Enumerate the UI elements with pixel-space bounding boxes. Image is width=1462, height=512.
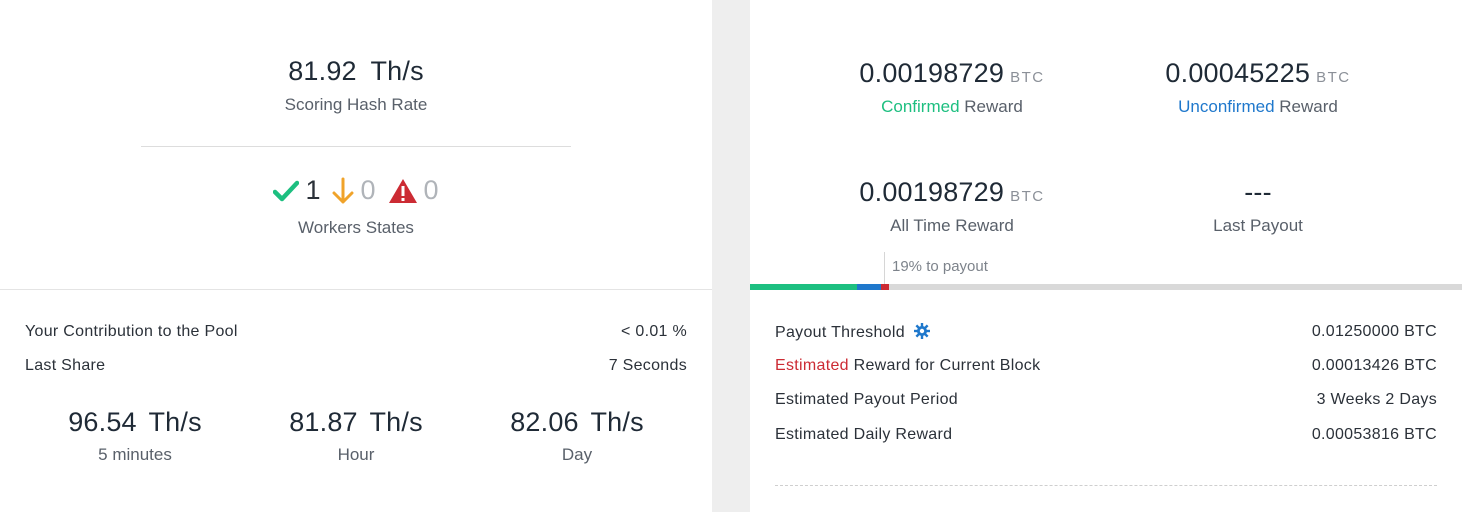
section-divider <box>0 289 712 290</box>
workers-ok-count: 1 <box>305 175 321 205</box>
estimated-block-value: 0.00013426 BTC <box>1311 357 1437 374</box>
rate-unit: Th/s <box>590 407 644 437</box>
contribution-value: < 0.01 % <box>620 323 687 340</box>
confirmed-reward-value: 0.00198729 <box>859 58 1005 88</box>
contribution-row: Your Contribution to the Pool < 0.01 % <box>25 323 687 341</box>
scoring-hash-rate: 81.92 Th/s Scoring Hash Rate <box>0 56 712 115</box>
rate-value: 96.54 <box>68 407 137 437</box>
confirmed-label-accent: Confirmed <box>881 97 960 116</box>
unconfirmed-reward: 0.00045225 BTC Unconfirmed Reward <box>1078 58 1438 117</box>
estimated-payout-period-row: Estimated Payout Period 3 Weeks 2 Days <box>775 391 1437 409</box>
rate-label: Day <box>561 445 593 464</box>
workers-low-count: 0 <box>360 175 376 205</box>
workers-dead[interactable]: 0 <box>388 175 439 206</box>
last-share-row: Last Share 7 Seconds <box>25 357 687 375</box>
scoring-hash-unit: Th/s <box>370 56 424 86</box>
payout-progress-text: 19% to payout <box>892 258 988 275</box>
estimated-accent: Estimated <box>775 357 849 374</box>
progress-unconfirmed-segment <box>857 284 881 290</box>
rate-unit: Th/s <box>148 407 202 437</box>
rate-unit: Th/s <box>369 407 423 437</box>
payout-threshold-row: Payout Threshold 0.01250000 BTC <box>775 323 1437 344</box>
payout-period-label: Estimated Payout Period <box>775 391 958 408</box>
rate-day: 82.06 Th/s Day <box>467 407 687 465</box>
payout-progress-bar <box>750 284 1462 290</box>
workers-states: 1 0 0 <box>0 175 712 206</box>
last-share-value: 7 Seconds <box>608 357 687 374</box>
unconfirmed-reward-unit: BTC <box>1316 69 1351 86</box>
unconfirmed-reward-value: 0.00045225 <box>1165 58 1311 88</box>
daily-reward-value: 0.00053816 BTC <box>1311 426 1437 443</box>
hashrate-panel: 81.92 Th/s Scoring Hash Rate 1 0 0 Worke… <box>0 0 712 512</box>
rate-hour: 81.87 Th/s Hour <box>246 407 466 465</box>
workers-states-label: Workers States <box>298 218 414 237</box>
dashed-divider <box>775 485 1437 486</box>
estimated-block-label: Reward for Current Block <box>848 357 1041 374</box>
payout-marker <box>884 252 885 285</box>
rate-label: Hour <box>337 445 375 464</box>
daily-reward-label: Estimated Daily Reward <box>775 426 953 443</box>
scoring-hash-label: Scoring Hash Rate <box>284 95 428 114</box>
rate-5min: 96.54 Th/s 5 minutes <box>25 407 245 465</box>
progress-confirmed-segment <box>750 284 857 290</box>
unconfirmed-label-accent: Unconfirmed <box>1178 97 1275 116</box>
workers-low[interactable]: 0 <box>332 175 376 206</box>
contribution-label: Your Contribution to the Pool <box>25 323 238 340</box>
unconfirmed-label-rest: Reward <box>1274 97 1338 116</box>
progress-estimated-segment <box>881 284 889 290</box>
payout-threshold-label: Payout Threshold <box>775 324 905 341</box>
rate-label: 5 minutes <box>98 445 172 464</box>
last-payout: --- Last Payout <box>1078 177 1438 236</box>
payout-threshold-value: 0.01250000 BTC <box>1311 323 1437 340</box>
all-time-reward-value: 0.00198729 <box>859 177 1005 207</box>
all-time-reward-unit: BTC <box>1010 188 1045 205</box>
last-payout-value: --- <box>1244 177 1272 207</box>
divider <box>141 146 571 147</box>
last-share-label: Last Share <box>25 357 106 374</box>
confirmed-reward-unit: BTC <box>1010 69 1045 86</box>
workers-ok[interactable]: 1 <box>273 175 320 206</box>
payout-period-value: 3 Weeks 2 Days <box>1316 391 1437 408</box>
rate-value: 82.06 <box>510 407 579 437</box>
last-payout-label: Last Payout <box>1213 216 1303 235</box>
rewards-panel: 0.00198729 BTC Confirmed Reward 0.0004522… <box>750 0 1462 512</box>
gear-icon[interactable] <box>913 323 930 344</box>
warning-triangle-icon <box>388 178 418 204</box>
scoring-hash-value: 81.92 <box>288 56 357 86</box>
estimated-block-reward-row: Estimated Reward for Current Block 0.000… <box>775 357 1437 375</box>
arrow-down-icon <box>332 177 354 205</box>
confirmed-label-rest: Reward <box>959 97 1023 116</box>
workers-dead-count: 0 <box>423 175 439 205</box>
estimated-daily-reward-row: Estimated Daily Reward 0.00053816 BTC <box>775 426 1437 444</box>
check-icon <box>273 180 300 202</box>
rate-value: 81.87 <box>289 407 358 437</box>
